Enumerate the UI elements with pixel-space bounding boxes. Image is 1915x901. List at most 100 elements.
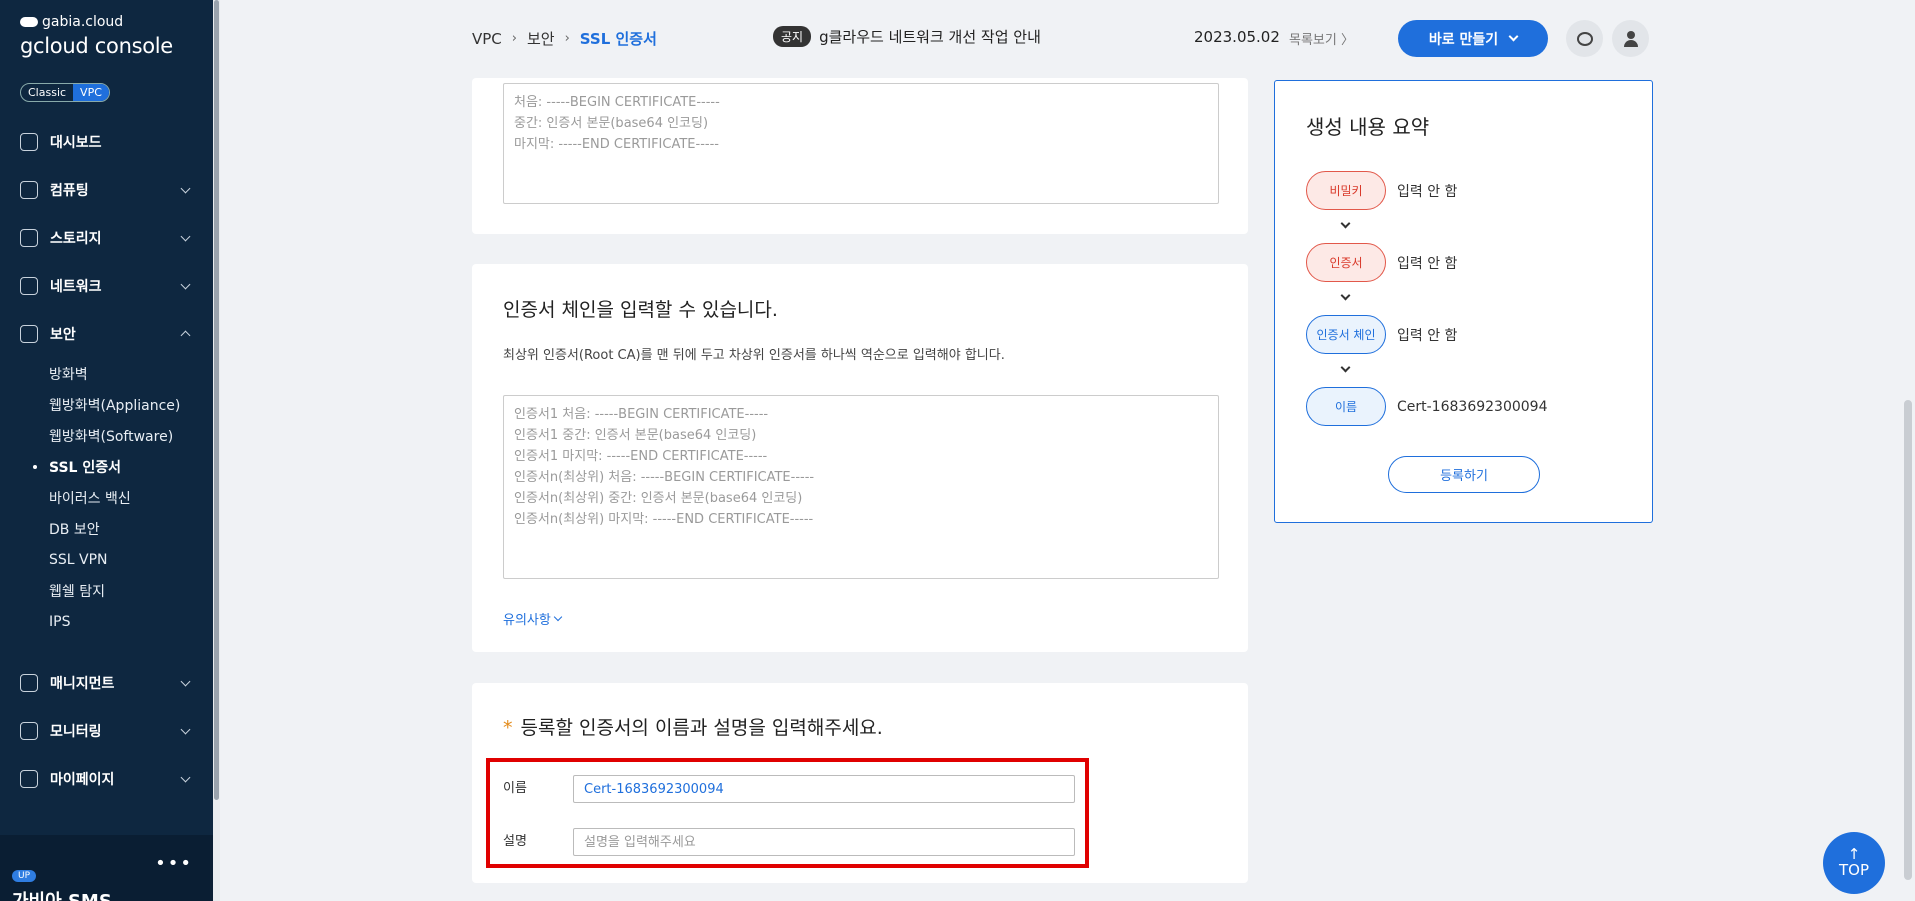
sidebar-item-computing[interactable]: 컴퓨팅 [0,166,213,214]
notice-list-link[interactable]: 목록보기 〉 [1289,29,1354,48]
main-area: VPC › 보안 › SSL 인증서 공지 g클라우드 네트워크 개선 작업 안… [220,0,1915,901]
summary-step-private-key: 비밀키 입력 안 함 [1306,171,1457,210]
sidebar-scrollbar[interactable] [213,0,220,901]
sidebar-item-label: 보안 [50,327,76,343]
quick-create-button[interactable]: 바로 만들기 [1398,20,1548,57]
sidebar-item-mypage[interactable]: 마이페이지 [0,755,213,803]
up-badge: UP [12,870,37,882]
sidebar-item-management[interactable]: 매니지먼트 [0,659,213,707]
breadcrumb-separator: › [511,31,517,46]
breadcrumb-separator: › [564,31,570,46]
sidebar-item-label: 네트워크 [50,279,102,295]
sidebar-item-label: 매니지먼트 [50,676,115,692]
highlight-box [486,758,1089,868]
summary-step-certificate: 인증서 입력 안 함 [1306,243,1457,282]
notice-banner[interactable]: 공지 g클라우드 네트워크 개선 작업 안내 [773,26,1041,47]
brand-logo[interactable]: gabia.cloud gcloud console [20,14,173,58]
certificate-input[interactable] [503,83,1219,204]
step-value-private-key: 입력 안 함 [1397,183,1458,200]
summary-panel: 생성 내용 요약 비밀키 입력 안 함 인증서 입력 안 함 인증서 체인 입력… [1274,80,1653,523]
chevron-down-icon [1340,290,1351,301]
sidebar-item-monitoring[interactable]: 모니터링 [0,707,213,755]
sidebar-item-security[interactable]: 보안 [0,310,213,358]
chain-card-title: 인증서 체인을 입력할 수 있습니다. [503,299,778,321]
step-pill-chain[interactable]: 인증서 체인 [1306,315,1386,354]
sidebar-item-label: 스토리지 [50,231,102,247]
summary-step-name: 이름 Cert-1683692300094 [1306,387,1547,426]
register-button[interactable]: 등록하기 [1388,456,1540,493]
notice-tag: 공지 [773,26,812,47]
brand-small-text: gabia.cloud [42,14,124,30]
brand-title: gcloud console [20,34,173,58]
sidebar-promo[interactable]: ••• UP 가비아 SMS [0,835,213,901]
chevron-down-icon [180,279,191,290]
page-scrollbar[interactable] [1899,0,1915,901]
step-value-certificate: 입력 안 함 [1397,255,1458,272]
top-header: VPC › 보안 › SSL 인증서 공지 g클라우드 네트워크 개선 작업 안… [220,0,1899,78]
sidebar-subitem-db-security[interactable]: DB 보안 [49,513,213,544]
user-icon [20,770,38,788]
chevron-down-icon [180,772,191,783]
summary-title: 생성 내용 요약 [1306,115,1430,139]
sidebar-subitem-ips[interactable]: IPS [49,606,213,637]
sidebar-item-network[interactable]: 네트워크 [0,262,213,310]
step-pill-private-key[interactable]: 비밀키 [1306,171,1386,210]
sms-promo-title: 가비아 SMS [12,887,112,901]
certificate-chain-input[interactable] [503,395,1219,579]
breadcrumb: VPC › 보안 › SSL 인증서 [472,28,657,49]
chevron-down-icon [1508,31,1519,42]
sidebar-subitem-antivirus[interactable]: 바이러스 백신 [49,482,213,513]
required-mark: * [503,717,513,739]
summary-step-chain: 인증서 체인 입력 안 함 [1306,315,1457,354]
sidebar-item-dashboard[interactable]: 대시보드 [0,118,213,166]
sidebar-item-label: 대시보드 [50,135,102,151]
chevron-down-icon [180,724,191,735]
mode-classic[interactable]: Classic [21,84,73,101]
certificate-chain-card: 인증서 체인을 입력할 수 있습니다. 최상위 인증서(Root CA)를 맨 … [472,264,1248,652]
chevron-down-icon [1340,218,1351,229]
cloud-icon [20,17,38,27]
sidebar-scroll-thumb[interactable] [214,0,219,800]
management-icon [20,674,38,692]
sidebar-item-storage[interactable]: 스토리지 [0,214,213,262]
sidebar-subitem-firewall[interactable]: 방화벽 [49,358,213,389]
mode-switch[interactable]: Classic VPC [20,83,110,102]
certificate-card [472,78,1248,234]
caution-label: 유의사항 [503,613,551,628]
step-pill-name[interactable]: 이름 [1306,387,1386,426]
storage-icon [20,229,38,247]
notice-text[interactable]: g클라우드 네트워크 개선 작업 안내 [819,26,1041,47]
sidebar-subitem-webshell[interactable]: 웹쉘 탐지 [49,575,213,606]
chevron-down-icon [1340,362,1351,373]
scroll-top-label: TOP [1838,861,1869,879]
chevron-down-icon [553,612,563,622]
chevron-up-icon [180,330,191,341]
sidebar-subitem-waf-appliance[interactable]: 웹방화벽(Appliance) [49,389,213,420]
user-icon [1623,30,1639,47]
breadcrumb-security[interactable]: 보안 [527,28,555,49]
sidebar-subitem-ssl-vpn[interactable]: SSL VPN [49,544,213,575]
shield-icon [20,325,38,343]
mode-vpc[interactable]: VPC [73,84,109,101]
chain-card-description: 최상위 인증서(Root CA)를 맨 뒤에 두고 차상위 인증서를 하나씩 역… [503,348,1005,363]
security-submenu: 방화벽 웹방화벽(Appliance) 웹방화벽(Software) SSL 인… [0,358,213,637]
sidebar-subitem-ssl-certificate[interactable]: SSL 인증서 [33,451,213,482]
network-icon [20,277,38,295]
page-scroll-thumb[interactable] [1904,400,1912,880]
more-dots-icon[interactable]: ••• [155,853,193,874]
sidebar-subitem-waf-software[interactable]: 웹방화벽(Software) [49,420,213,451]
breadcrumb-vpc[interactable]: VPC [472,30,502,48]
sidebar: gabia.cloud gcloud console Classic VPC 대… [0,0,220,901]
step-pill-certificate[interactable]: 인증서 [1306,243,1386,282]
step-value-chain: 입력 안 함 [1397,327,1458,344]
sidebar-item-label: 모니터링 [50,724,102,740]
breadcrumb-ssl-certificate: SSL 인증서 [579,30,657,48]
profile-button[interactable] [1612,20,1649,57]
step-value-name: Cert-1683692300094 [1397,398,1548,415]
sidebar-nav: 대시보드 컴퓨팅 스토리지 네트워크 보안 방화벽 웹방화벽(Appliance… [0,118,213,803]
arrow-up-icon: ↑ [1847,845,1861,863]
scroll-top-button[interactable]: ↑ TOP [1823,832,1885,894]
caution-toggle[interactable]: 유의사항 [503,609,563,628]
chat-button[interactable] [1566,20,1603,57]
monitoring-icon [20,722,38,740]
